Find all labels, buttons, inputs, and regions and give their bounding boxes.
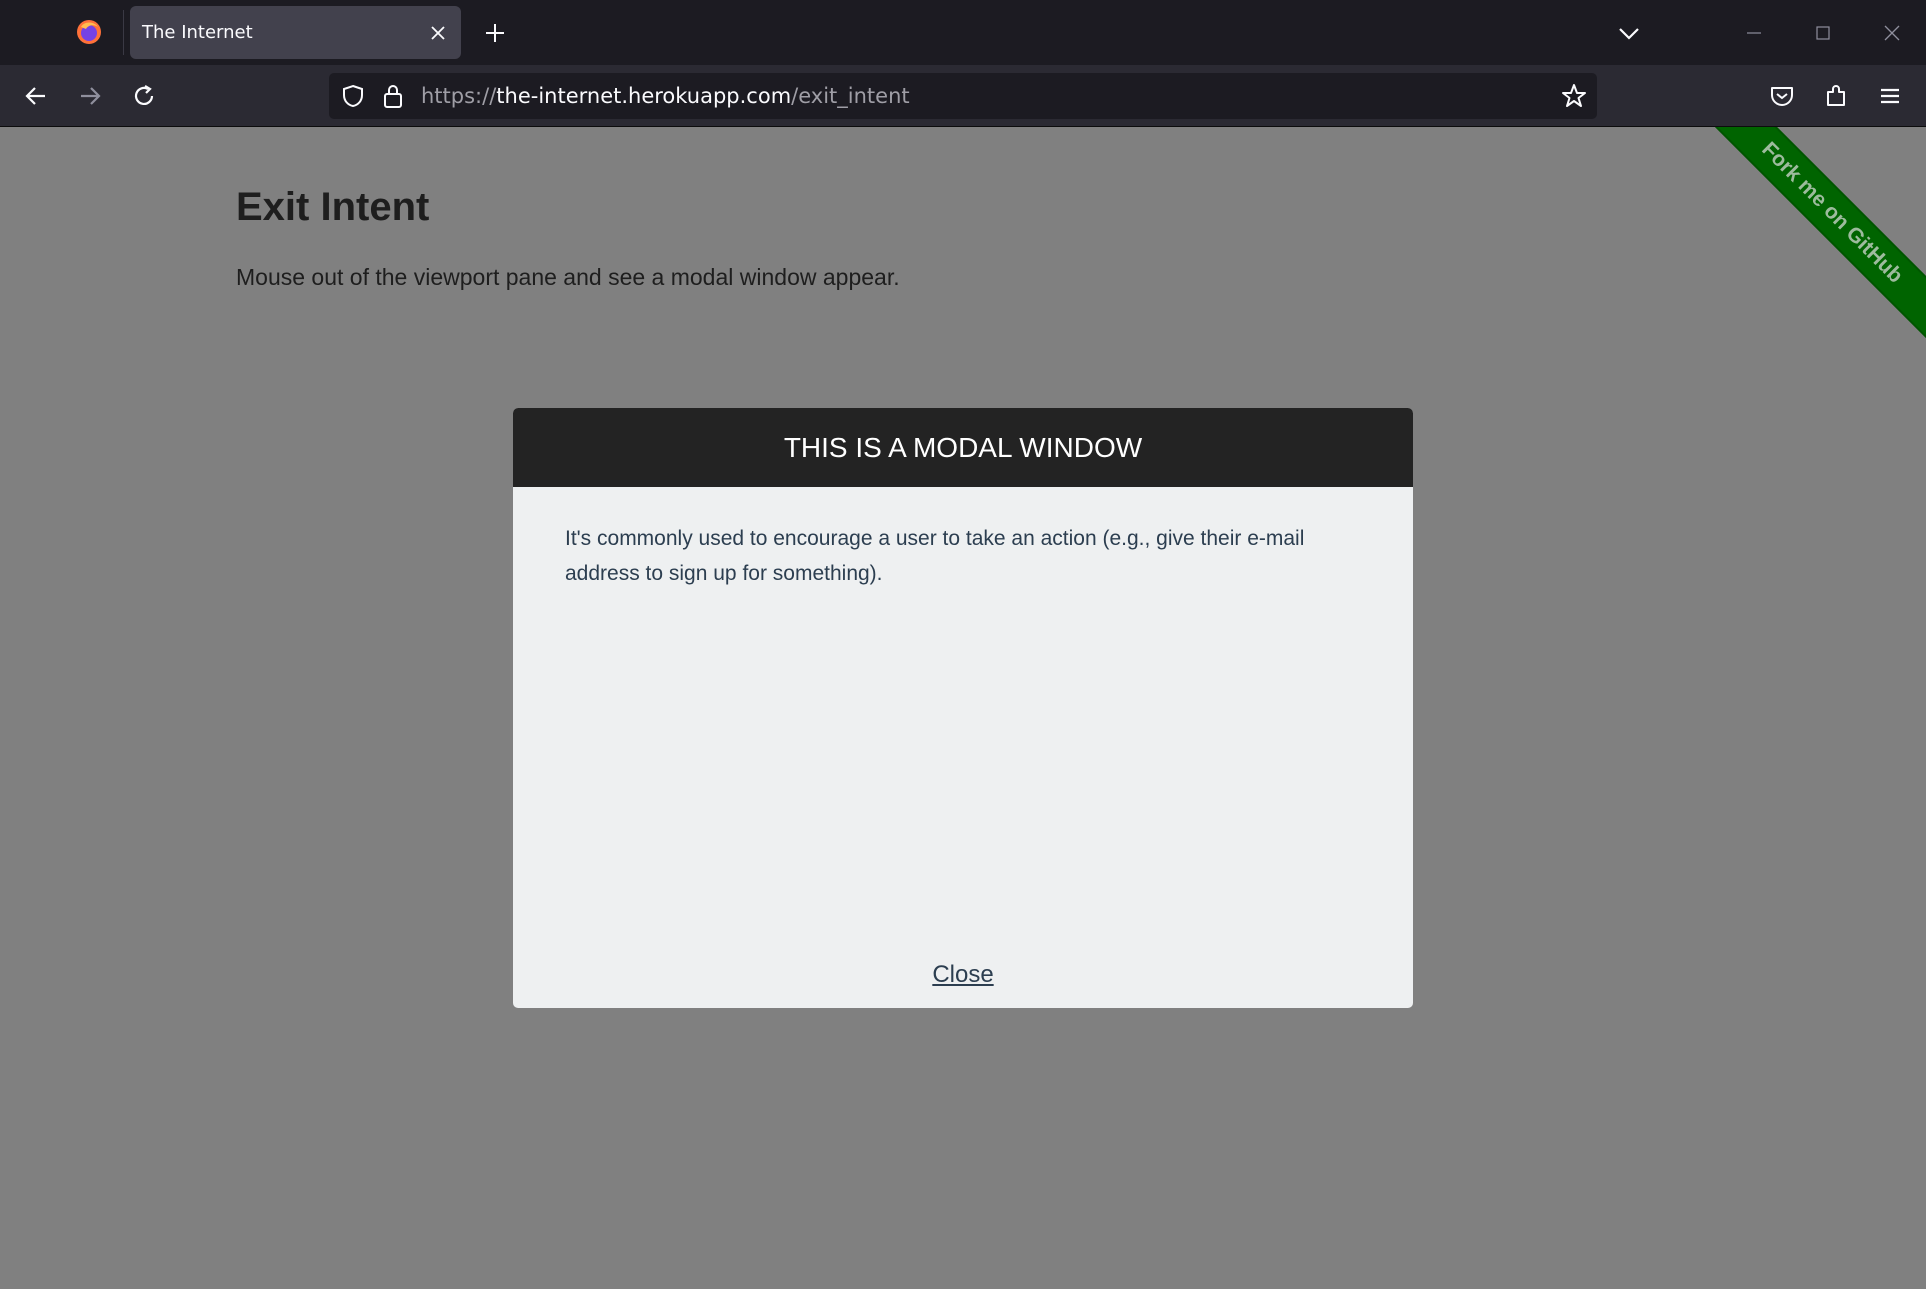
firefox-icon[interactable]: [76, 19, 102, 45]
close-icon[interactable]: [427, 22, 449, 44]
back-button[interactable]: [18, 78, 54, 114]
url-scheme: https://: [421, 84, 497, 108]
navigation-bar: https://the-internet.herokuapp.com/exit_…: [0, 65, 1926, 127]
page-title: Exit Intent: [236, 185, 430, 229]
modal-title: THIS IS A MODAL WINDOW: [513, 408, 1413, 487]
url-host: the-internet.herokuapp.com: [496, 84, 792, 108]
extensions-icon: [1827, 85, 1845, 106]
tab-active[interactable]: The Internet: [130, 6, 461, 59]
maximize-button[interactable]: [1789, 0, 1857, 65]
page-description: Mouse out of the viewport pane and see a…: [236, 264, 900, 290]
address-bar[interactable]: https://the-internet.herokuapp.com/exit_…: [329, 73, 1597, 119]
extensions-button[interactable]: [1818, 78, 1854, 114]
modal-body-text: It's commonly used to encourage a user t…: [565, 527, 1305, 585]
modal-window: THIS IS A MODAL WINDOW It's commonly use…: [513, 408, 1413, 1008]
forward-icon: [81, 87, 101, 105]
minimize-icon: [1747, 31, 1761, 34]
modal-close-link[interactable]: Close: [513, 961, 1413, 989]
fork-me-ribbon[interactable]: Fork me on GitHub: [1696, 127, 1926, 349]
star-icon[interactable]: [1561, 83, 1587, 109]
reload-button[interactable]: [126, 78, 162, 114]
tab-bar: The Internet: [0, 0, 1926, 65]
close-icon: [1884, 25, 1900, 40]
close-window-button[interactable]: [1858, 0, 1926, 65]
chevron-down-icon[interactable]: [1616, 22, 1642, 44]
pocket-button[interactable]: [1764, 78, 1800, 114]
back-icon: [25, 87, 45, 105]
page-viewport: Exit Intent Mouse out of the viewport pa…: [0, 127, 1926, 1289]
lock-icon[interactable]: [381, 83, 405, 109]
menu-button[interactable]: [1872, 78, 1908, 114]
tab-title: The Internet: [142, 22, 253, 43]
url-path: /exit_intent: [791, 84, 910, 108]
tab-separator: [123, 10, 124, 55]
url-text[interactable]: https://the-internet.herokuapp.com/exit_…: [421, 73, 910, 119]
shield-icon[interactable]: [341, 84, 365, 108]
plus-icon[interactable]: [482, 20, 508, 46]
menu-icon: [1881, 88, 1899, 104]
maximize-icon: [1816, 25, 1830, 40]
minimize-button[interactable]: [1720, 0, 1788, 65]
forward-button[interactable]: [72, 78, 108, 114]
pocket-icon: [1771, 87, 1793, 106]
reload-icon: [134, 85, 154, 105]
